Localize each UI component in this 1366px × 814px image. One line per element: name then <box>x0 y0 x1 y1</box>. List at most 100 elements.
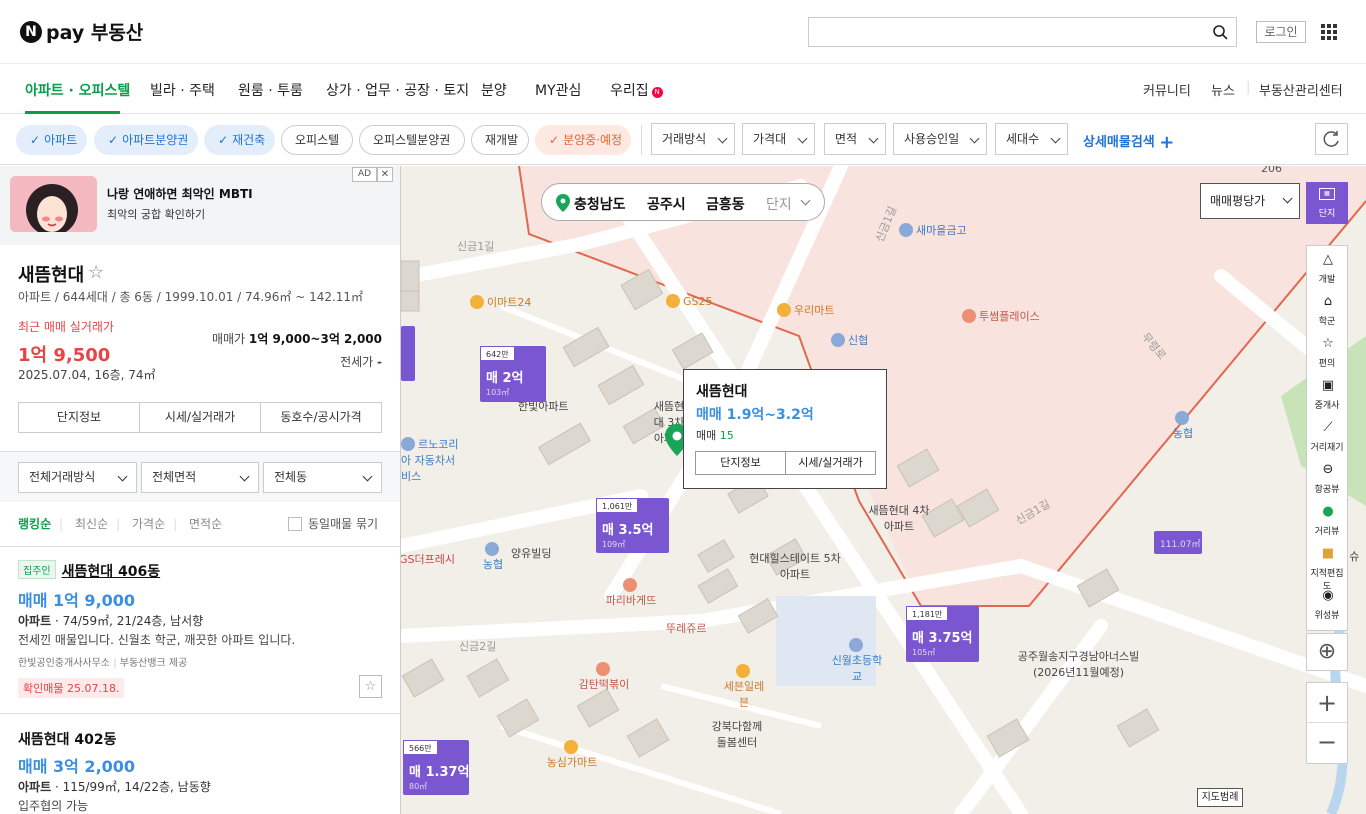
tool-agent[interactable]: ▣ 중개사 <box>1307 372 1347 414</box>
loc-complex[interactable]: 단지 <box>766 194 792 214</box>
price-marker[interactable]: 642만 매 2억 103㎡ <box>480 346 546 402</box>
checkbox[interactable] <box>288 517 302 531</box>
listing-card[interactable]: 새뜸현대 402동 매매 3억 2,000 아파트 · 115/99㎡, 14/… <box>0 715 400 814</box>
poi-gs25[interactable]: GS25 <box>666 294 713 308</box>
price-history-button[interactable]: 시세/실거래가 <box>140 403 261 432</box>
chip-officetel-presale[interactable]: 오피스텔분양권 <box>359 125 465 155</box>
ad-close-icon[interactable]: ✕ <box>377 167 393 182</box>
loc-province[interactable]: 충청남도 <box>574 194 626 214</box>
tool-convenience[interactable]: ☆ 편의 <box>1307 330 1347 372</box>
nav-my[interactable]: MY관심 <box>535 80 581 100</box>
price-marker[interactable]: 1,061만 매 3.5억 109㎡ <box>596 498 669 553</box>
poi-renault[interactable]: 르노코리아 자동차서비스 <box>401 436 459 484</box>
refresh-button[interactable] <box>1315 123 1348 155</box>
loc-city[interactable]: 공주시 <box>647 194 686 214</box>
zoom-out-icon[interactable]: − <box>1307 723 1347 763</box>
poi-nonghyup-2[interactable]: 농협 <box>1163 411 1203 441</box>
poi-nonghyup[interactable]: 농협 <box>473 542 513 572</box>
listing-card[interactable]: 집주인 새뜸현대 406동 매매 1억 9,000 아파트 · 74/59㎡, 2… <box>0 547 400 714</box>
sort-latest[interactable]: 최신순 <box>75 517 108 531</box>
poi-gs-fresh[interactable]: GS더프레시 <box>401 551 455 567</box>
search-icon[interactable] <box>1212 24 1228 40</box>
unit-price-button[interactable]: 동호수/공시가격 <box>261 403 381 432</box>
nav-manage-center[interactable]: 부동산관리센터 <box>1259 80 1343 99</box>
tool-satellite[interactable]: ◉ 위성뷰 <box>1307 582 1347 624</box>
poi-7eleven[interactable]: 세븐일레븐 <box>719 664 769 710</box>
popup-price-button[interactable]: 시세/실거래가 <box>786 452 875 474</box>
street-view-icon: ● <box>1322 504 1334 519</box>
tool-development[interactable]: △ 개발 <box>1307 246 1347 288</box>
tool-aerial[interactable]: ⊖ 항공뷰 <box>1307 456 1347 498</box>
location-breadcrumb[interactable]: 충청남도 공주시 금흥동 단지 <box>541 183 825 221</box>
dropdown-households[interactable]: 세대수 <box>995 123 1068 155</box>
select-area[interactable]: 전체면적 <box>141 462 259 493</box>
zoom-in-icon[interactable]: + <box>1307 683 1347 723</box>
nav-villa[interactable]: 빌라 · 주택 <box>150 80 215 100</box>
poi-touslesjours[interactable]: 뚜레쥬르 <box>666 620 706 636</box>
chip-reconstruction[interactable]: ✓ 재건축 <box>204 125 275 155</box>
poi-paris-baguette[interactable]: 파리바게뜨 <box>601 578 661 608</box>
chip-officetel[interactable]: 오피스텔 <box>281 125 353 155</box>
sort-price[interactable]: 가격순 <box>132 517 165 531</box>
complex-popup[interactable]: 새뜸현대 매매 1.9억~3.2억 매매 15 단지정보 시세/실거래가 <box>683 369 887 489</box>
my-location-button[interactable]: ⊕ <box>1306 633 1348 671</box>
poi-twosome[interactable]: 투썸플레이스 <box>962 308 1040 324</box>
poi-school[interactable]: 신월초등학교 <box>827 638 887 684</box>
search-input[interactable] <box>808 17 1237 47</box>
listing-title[interactable]: 새뜸현대 402동 <box>18 729 117 749</box>
dropdown-label: 거래방식 <box>662 132 707 146</box>
price-marker[interactable]: 1,181만 매 3.75억 105㎡ <box>906 606 979 662</box>
poi-emart24[interactable]: 이마트24 <box>470 294 531 310</box>
price-marker[interactable]: 111.07㎡ <box>1154 531 1202 554</box>
cadastral-icon: ■ <box>1321 546 1335 561</box>
dropdown-approval-date[interactable]: 사용승인일 <box>893 123 987 155</box>
favorite-star-icon[interactable]: ☆ <box>88 262 104 283</box>
map-canvas[interactable]: 206 신금1길 신금1길 신금2길 무령로 신금1길 이마트24 GS25 우… <box>401 166 1366 814</box>
poi-nongshim-mart[interactable]: 농심가마트 <box>544 740 600 770</box>
ad-banner[interactable]: 나랑 연애하면 최악인 MBTI 최악의 궁합 확인하기 AD ✕ <box>0 166 400 245</box>
logo-text[interactable]: pay 부동산 <box>46 18 143 45</box>
tool-distance[interactable]: ⟋ 거리재기 <box>1307 414 1347 456</box>
nav-presale[interactable]: 분양 <box>481 80 507 100</box>
login-button[interactable]: 로그인 <box>1256 21 1306 43</box>
price-marker-partial[interactable] <box>401 326 415 381</box>
poi-tteokbokki[interactable]: 감탄떡볶이 <box>577 662 631 692</box>
nav-apartment[interactable]: 아파트 · 오피스텔 <box>25 80 130 100</box>
chip-redevelopment[interactable]: 재개발 <box>471 125 529 155</box>
listing-favorite-star-icon[interactable]: ☆ <box>359 675 382 698</box>
sort-ranking[interactable]: 랭킹순 <box>18 517 51 531</box>
price-marker[interactable]: 566만 매 1.37억 80㎡ <box>403 740 470 795</box>
owner-tag: 집주인 <box>18 560 56 579</box>
tool-cadastral[interactable]: ■ 지적편집도 <box>1307 540 1347 592</box>
nav-community[interactable]: 커뮤니티 <box>1143 80 1191 99</box>
loc-dong[interactable]: 금흥동 <box>706 194 745 214</box>
nav-oneroom[interactable]: 원룸 · 투룸 <box>238 80 303 100</box>
dropdown-price[interactable]: 가격대 <box>742 123 815 155</box>
naver-logo-icon[interactable]: N <box>20 21 42 43</box>
complex-info-button[interactable]: 단지정보 <box>19 403 140 432</box>
listing-title[interactable]: 새뜸현대 406동 <box>62 564 161 580</box>
apps-grid-icon[interactable] <box>1321 24 1337 40</box>
nav-myhome[interactable]: 우리집 N <box>610 80 663 100</box>
nav-commercial[interactable]: 상가 · 업무 · 공장 · 토지 <box>326 80 469 100</box>
chip-apt-presale-right[interactable]: ✓ 아파트분양권 <box>94 125 198 155</box>
nav-news[interactable]: 뉴스 <box>1211 80 1235 99</box>
map-legend-button[interactable]: 지도범례 <box>1197 788 1243 807</box>
complex-toggle-button[interactable]: ▦ 단지 <box>1306 182 1348 224</box>
dropdown-trade-type[interactable]: 거래방식 <box>651 123 735 155</box>
price-type-select[interactable]: 매매평당가 <box>1200 183 1300 219</box>
sort-area[interactable]: 면적순 <box>189 517 222 531</box>
dropdown-area[interactable]: 면적 <box>824 123 886 155</box>
detail-search-button[interactable]: 상세매물검색 + <box>1083 131 1174 153</box>
chip-apartment[interactable]: ✓ 아파트 <box>16 125 87 155</box>
poi-woori-mart[interactable]: 우리마트 <box>777 302 834 318</box>
select-building[interactable]: 전체동 <box>263 462 382 493</box>
poi-shinhyup[interactable]: 신협 <box>831 332 868 348</box>
group-same-toggle[interactable]: 동일매물 묶기 <box>288 515 378 532</box>
poi-saemaeul[interactable]: 새마을금고 <box>899 222 967 238</box>
tool-street[interactable]: ● 거리뷰 <box>1307 498 1347 540</box>
select-trade-type[interactable]: 전체거래방식 <box>18 462 137 493</box>
popup-info-button[interactable]: 단지정보 <box>696 452 786 474</box>
tool-school[interactable]: ⌂ 학군 <box>1307 288 1347 330</box>
chip-presale-upcoming[interactable]: ✓ 분양중·예정 <box>535 125 631 155</box>
